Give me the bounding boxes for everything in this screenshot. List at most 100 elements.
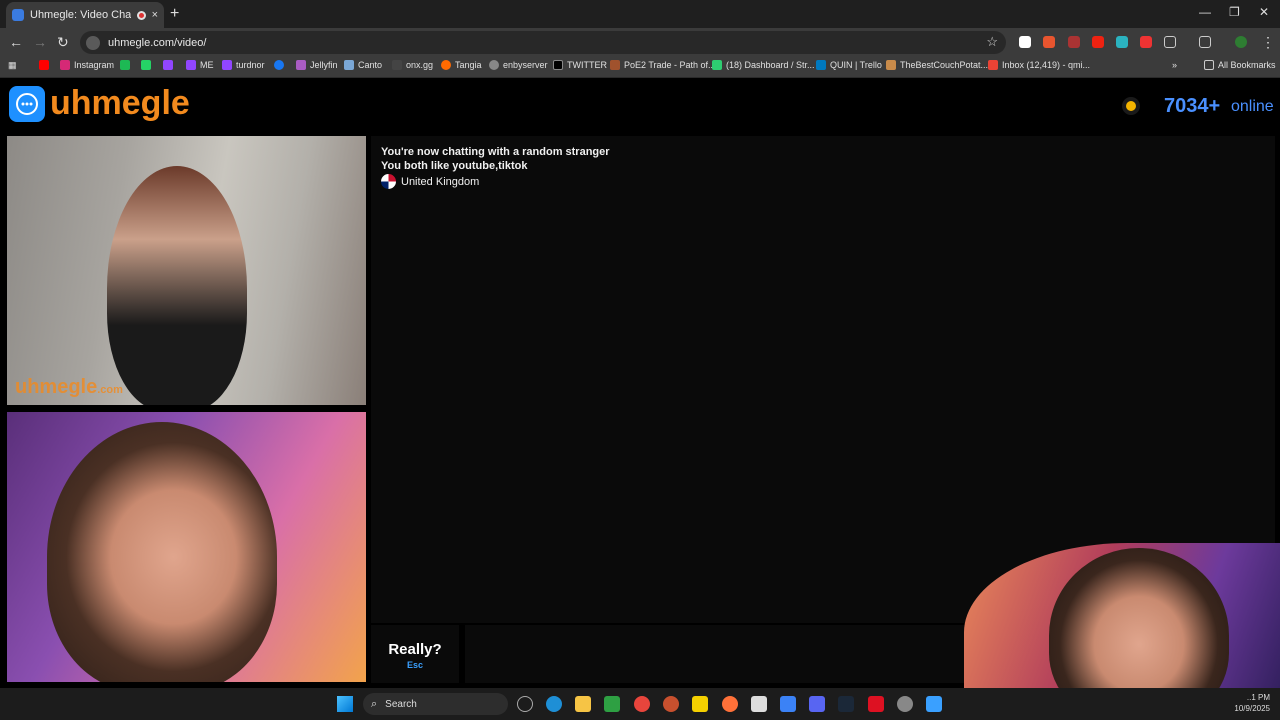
apps-grid-icon[interactable]: ▦ [8, 60, 17, 71]
taskbar-search[interactable]: ⌕ Search [363, 693, 508, 715]
firefox-icon[interactable] [722, 696, 738, 712]
bookmark-15[interactable]: QUIN | Trello [816, 60, 882, 70]
forward-icon[interactable]: → [33, 34, 47, 50]
search-icon: ⌕ [371, 697, 378, 710]
basketball-app-icon[interactable] [663, 696, 679, 712]
extension-badge-icon[interactable] [1068, 36, 1080, 48]
bookmark-16[interactable]: TheBestCouchPotat... [886, 60, 988, 70]
bookmark-9[interactable]: onx.gg [392, 60, 433, 70]
bookmark-6[interactable] [274, 60, 284, 70]
online-count: 7034+ [1164, 95, 1221, 117]
address-bar[interactable]: uhmegle.com/video/ ☆ [80, 31, 1006, 54]
windows-taskbar: ⌕ Search ..1 PM 10/9/2025 [0, 688, 1280, 720]
chat-bubble-logo-icon[interactable] [9, 86, 45, 122]
edge-icon[interactable] [546, 696, 562, 712]
discord-icon[interactable] [809, 696, 825, 712]
app-globe-icon[interactable] [780, 696, 796, 712]
bookmark-label: turdnor [236, 60, 265, 70]
uhmegle-favicon-icon [12, 9, 24, 21]
bookmark-1[interactable] [120, 60, 130, 70]
bookmark-0[interactable]: Instagram [60, 60, 114, 70]
bookmarks-overflow-icon[interactable]: » [1172, 60, 1177, 70]
bookmark-13[interactable]: PoE2 Trade - Path of... [610, 60, 716, 70]
notepad-icon[interactable] [926, 696, 942, 712]
browser-toolbar: ← → ↻ uhmegle.com/video/ ☆ ⋮ [0, 28, 1280, 56]
jellyfin-icon [296, 60, 306, 70]
bookmark-7[interactable]: Jellyfin [296, 60, 338, 70]
bookmark-12[interactable]: TWITTER [553, 60, 607, 70]
bookmark-5[interactable]: turdnor [222, 60, 265, 70]
gmail-icon [988, 60, 998, 70]
reload-icon[interactable]: ↻ [57, 34, 69, 51]
bookmark-label: Canto [358, 60, 383, 70]
bookmark-label: onx.gg [406, 60, 434, 70]
extension-red-icon[interactable] [1140, 36, 1152, 48]
country-label: United Kingdom [401, 175, 480, 188]
minimize-icon[interactable]: — [1199, 5, 1211, 19]
stop-button[interactable]: Really? Esc [371, 625, 459, 683]
system-clock[interactable]: ..1 PM 10/9/2025 [1232, 692, 1270, 714]
bookmark-14[interactable]: (18) Dashboard / Str... [712, 60, 815, 70]
sticky-notes-icon[interactable] [692, 696, 708, 712]
app-red-icon[interactable] [868, 696, 884, 712]
bookmark-label: Tangia [455, 60, 482, 70]
more-menu-icon[interactable]: ⋮ [1261, 34, 1275, 51]
uk-flag-icon [381, 174, 396, 189]
taskbar-search-label: Search [385, 698, 417, 710]
stranger-country: United Kingdom [381, 174, 479, 189]
chat-icon [141, 60, 151, 70]
bookmark-17[interactable]: Inbox (12,419) - qmi... [988, 60, 1090, 70]
bookmark-11[interactable]: enbyserver [489, 60, 548, 70]
canto-icon [344, 60, 354, 70]
online-label: online [1231, 98, 1274, 115]
chrome-icon[interactable] [634, 696, 650, 712]
bookmark-3[interactable] [163, 60, 173, 70]
file-explorer-icon[interactable] [575, 696, 591, 712]
watermark-suffix: .com [97, 384, 123, 396]
instagram-icon [60, 60, 70, 70]
stranger-figure [107, 166, 247, 405]
extension-youtube-icon[interactable] [1092, 36, 1104, 48]
chat-message-input[interactable] [465, 625, 965, 683]
settings-gear-icon[interactable] [897, 696, 913, 712]
bookmark-youtube[interactable] [39, 60, 49, 70]
bookmark-2[interactable] [141, 60, 151, 70]
bookmark-star-icon[interactable]: ☆ [986, 34, 998, 50]
close-window-icon[interactable]: ✕ [1259, 5, 1269, 19]
all-bookmarks[interactable]: All Bookmarks [1204, 60, 1276, 70]
bookmark-label: Jellyfin [310, 60, 338, 70]
self-video [7, 412, 366, 682]
new-tab-button[interactable]: + [170, 5, 179, 23]
bookmark-4[interactable]: ME [186, 60, 214, 70]
side-panel-icon[interactable] [1199, 36, 1211, 48]
bookmark-label: QUIN | Trello [830, 60, 882, 70]
bookmark-10[interactable]: Tangia [441, 60, 482, 70]
extension-k-icon[interactable] [1019, 36, 1031, 48]
site-logo-text[interactable]: uhmegle [50, 84, 190, 123]
extension-7tv-icon[interactable] [1116, 36, 1128, 48]
profile-avatar[interactable] [1235, 36, 1247, 48]
app-arrow-icon[interactable] [604, 696, 620, 712]
extensions-puzzle-icon[interactable] [1164, 36, 1176, 48]
spotify-icon [120, 60, 130, 70]
x-icon [553, 60, 563, 70]
task-view-icon[interactable] [517, 696, 533, 712]
bookmark-label: (18) Dashboard / Str... [726, 60, 815, 70]
poe-icon [610, 60, 620, 70]
windows-start-icon[interactable] [337, 696, 353, 712]
browser-tab[interactable]: Uhmegle: Video Chat | Ome × [6, 2, 164, 28]
restore-icon[interactable]: ❐ [1229, 5, 1240, 19]
site-info-icon[interactable] [86, 35, 100, 50]
recording-indicator-icon [136, 10, 146, 20]
online-status-icon [1126, 101, 1136, 111]
obs-icon[interactable] [751, 696, 767, 712]
stop-button-label: Really? [388, 641, 442, 658]
folder-icon [1204, 60, 1214, 70]
extension-fox-icon[interactable] [1043, 36, 1055, 48]
tab-close-icon[interactable]: × [152, 9, 158, 21]
steam-icon[interactable] [838, 696, 854, 712]
bookmark-label: Instagram [74, 60, 115, 70]
bookmark-label: ME [200, 60, 214, 70]
bookmark-8[interactable]: Canto [344, 60, 382, 70]
back-icon[interactable]: ← [9, 34, 23, 50]
